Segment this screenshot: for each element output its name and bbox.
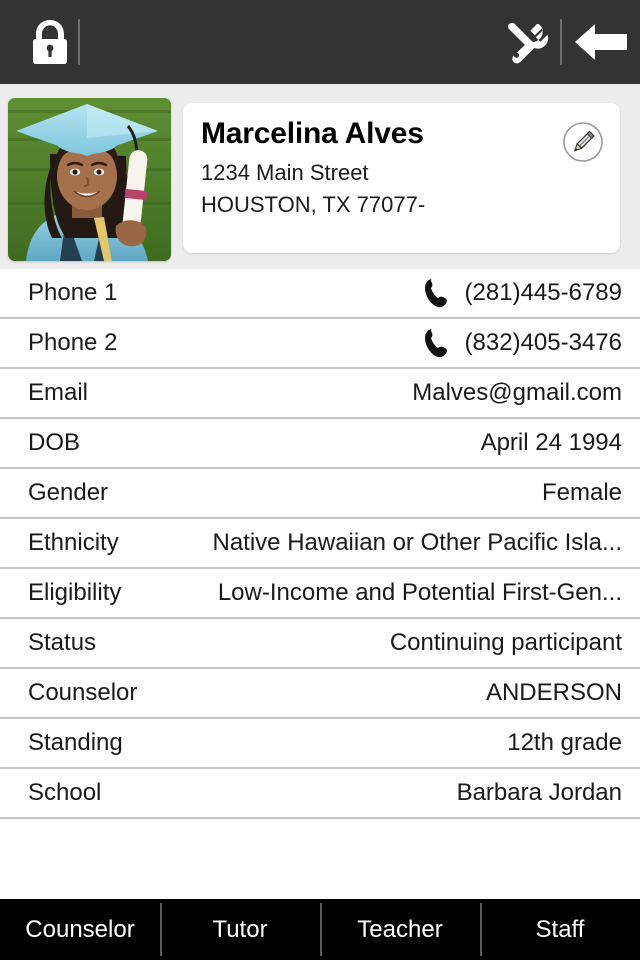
row-value: (832)405-3476 [464, 329, 622, 356]
row-label: Standing [28, 729, 123, 756]
table-row[interactable]: Ethnicity Native Hawaiian or Other Pacif… [0, 519, 640, 569]
row-value: Malves@gmail.com [412, 379, 622, 406]
app-screen: Marcelina Alves 1234 Main Street HOUSTON… [0, 0, 640, 960]
row-label: DOB [28, 429, 81, 456]
tab-label: Teacher [357, 915, 443, 943]
row-value: Low-Income and Potential First-Gen... [217, 579, 622, 606]
tab-staff[interactable]: Staff [480, 899, 640, 960]
row-value-group: (281)445-6789 [423, 278, 622, 308]
tab-label: Staff [535, 915, 585, 943]
row-label: Phone 1 [28, 279, 118, 306]
row-value: Continuing participant [389, 629, 622, 656]
table-row[interactable]: DOB April 24 1994 [0, 419, 640, 469]
table-row[interactable]: Phone 1 (281)445-6789 [0, 269, 640, 319]
tab-label: Tutor [212, 915, 268, 943]
row-label: Status [28, 629, 97, 656]
row-label: Ethnicity [28, 529, 119, 556]
back-arrow-icon[interactable] [562, 0, 640, 84]
row-label: School [28, 779, 102, 806]
row-value-group: Malves@gmail.com [412, 379, 622, 407]
top-bar-left-group [0, 0, 80, 84]
name-card[interactable]: Marcelina Alves 1234 Main Street HOUSTON… [183, 103, 620, 253]
row-value: (281)445-6789 [464, 279, 622, 306]
tools-icon[interactable] [496, 0, 560, 84]
table-row[interactable]: Eligibility Low-Income and Potential Fir… [0, 569, 640, 619]
bottom-tab-bar: Counselor Tutor Teacher Staff [0, 899, 640, 960]
row-label: Phone 2 [28, 329, 118, 356]
top-bar-divider-left [78, 19, 80, 65]
table-row[interactable]: Email Malves@gmail.com [0, 369, 640, 419]
page-title: Marcelina Alves [201, 117, 424, 150]
table-row[interactable]: Standing 12th grade [0, 719, 640, 769]
row-value-group: Continuing participant [390, 629, 622, 657]
lock-icon[interactable] [22, 0, 78, 84]
phone-icon [423, 328, 449, 358]
table-row[interactable]: School Barbara Jordan [0, 769, 640, 819]
detail-list: Phone 1 (281)445-6789 Phone 2 (832)405-3 [0, 269, 640, 819]
address-line-1: 1234 Main Street [201, 160, 369, 185]
avatar[interactable] [8, 98, 171, 261]
row-label: Gender [28, 479, 109, 506]
profile-header: Marcelina Alves 1234 Main Street HOUSTON… [0, 84, 640, 269]
address-line-2: HOUSTON, TX 77077- [201, 192, 426, 217]
row-value: Barbara Jordan [456, 779, 622, 806]
row-value-group: Barbara Jordan [457, 779, 622, 807]
tab-teacher[interactable]: Teacher [320, 899, 480, 960]
table-row[interactable]: Status Continuing participant [0, 619, 640, 669]
row-value: 12th grade [507, 729, 622, 756]
top-bar-right-group [496, 0, 640, 84]
tab-tutor[interactable]: Tutor [160, 899, 320, 960]
row-value: ANDERSON [485, 679, 622, 706]
row-value: Female [541, 479, 622, 506]
row-value-group: April 24 1994 [481, 429, 622, 457]
tab-label: Counselor [25, 915, 135, 943]
edit-pencil-icon[interactable] [560, 119, 606, 165]
tab-counselor[interactable]: Counselor [0, 899, 160, 960]
row-value-group: Native Hawaiian or Other Pacific Isla... [213, 529, 623, 557]
row-value: Native Hawaiian or Other Pacific Isla... [212, 529, 623, 556]
row-label: Email [28, 379, 89, 406]
row-value-group: 12th grade [507, 729, 622, 757]
row-label: Eligibility [28, 579, 122, 606]
table-row[interactable]: Gender Female [0, 469, 640, 519]
row-value-group: ANDERSON [486, 679, 622, 707]
phone-icon [423, 278, 449, 308]
row-label: Counselor [28, 679, 138, 706]
row-value: April 24 1994 [480, 429, 622, 456]
table-row[interactable]: Phone 2 (832)405-3476 [0, 319, 640, 369]
table-row[interactable]: Counselor ANDERSON [0, 669, 640, 719]
row-value-group: (832)405-3476 [423, 328, 622, 358]
row-value-group: Low-Income and Potential First-Gen... [218, 579, 622, 607]
row-value-group: Female [542, 479, 622, 507]
top-bar [0, 0, 640, 84]
